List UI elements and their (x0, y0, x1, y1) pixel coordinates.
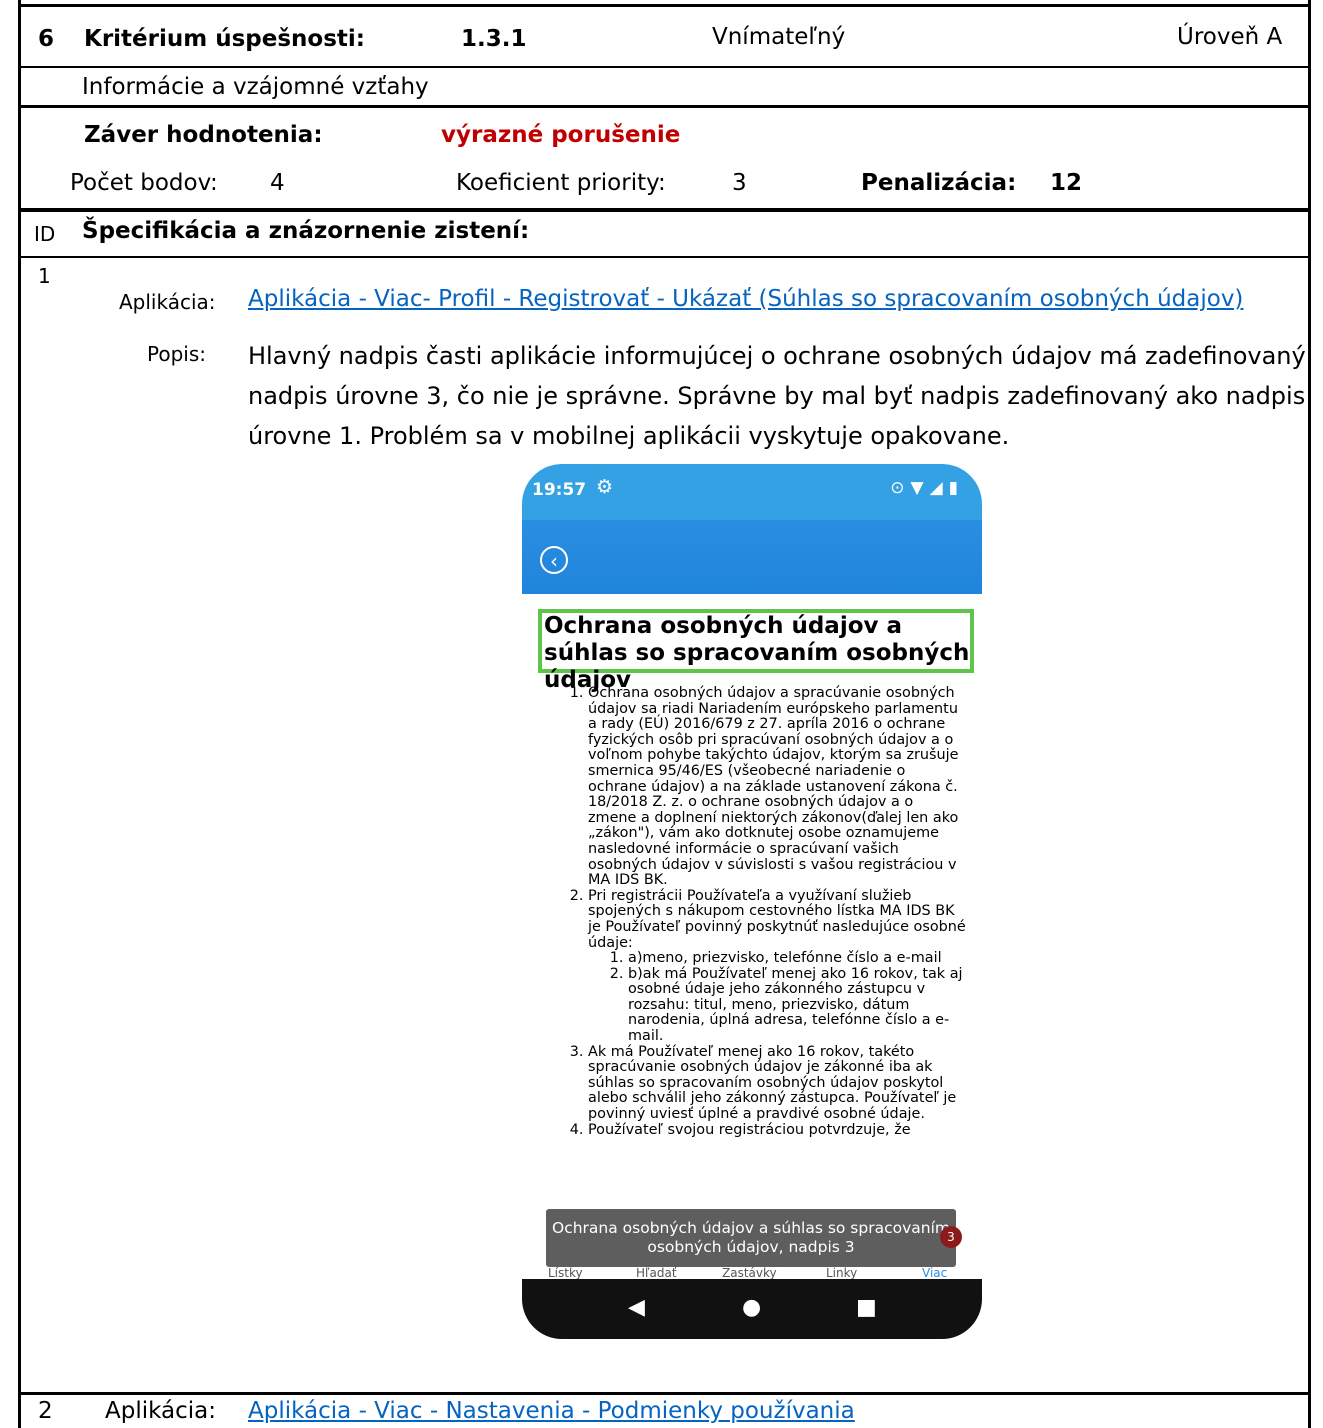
back-icon[interactable]: ‹ (540, 546, 568, 574)
gear-icon: ⚙ (596, 476, 614, 498)
sub-list-item: b)ak má Používateľ menej ako 16 rokov, t… (628, 966, 966, 1045)
app-label: Aplikácia: (119, 290, 216, 314)
status-icons: ⊙▼◢▮ (890, 478, 964, 498)
penalty-label: Penalizácia: (861, 170, 1017, 196)
conclusion-label: Záver hodnotenia: (84, 122, 323, 148)
list-item-text: Pri registrácii Používateľa a využívaní … (588, 887, 966, 951)
divider (18, 105, 1311, 108)
sub-list-item: a)meno, priezvisko, telefónne číslo a e-… (628, 950, 966, 967)
nav-back-icon[interactable]: ◀ (628, 1295, 645, 1320)
description-label: Popis: (147, 342, 206, 366)
list-item: Pri registrácii Používateľa a využívaní … (588, 887, 966, 1045)
app-toolbar (522, 520, 982, 594)
privacy-text: Ochrana osobných údajov a spracúvanie os… (566, 685, 966, 1139)
status-bar: 19:57 ⚙ ⊙▼◢▮ (522, 464, 982, 520)
system-nav-bar: ◀ ● ■ (522, 1279, 982, 1339)
points-label: Počet bodov: (70, 170, 218, 196)
highlighted-heading: Ochrana osobných údajov a súhlas so spra… (538, 609, 974, 693)
priority-label: Koeficient priority: (456, 170, 666, 196)
screen-reader-toast: Ochrana osobných údajov a súhlas so spra… (546, 1209, 956, 1267)
findings-title: Špecifikácia a znázornenie zistení: (82, 218, 530, 244)
description-text: Hlavný nadpis časti aplikácie informujúc… (248, 342, 1306, 450)
penalty-value: 12 (1050, 170, 1083, 196)
divider (18, 66, 1311, 68)
tab-search[interactable]: Hľadať (636, 1266, 677, 1280)
divider (18, 1392, 1311, 1395)
tab-tickets[interactable]: Lístky (548, 1266, 583, 1280)
list-item: Ak má Používateľ menej ako 16 rokov, tak… (588, 1044, 966, 1123)
table-top-border (18, 4, 1311, 7)
list-item: Ochrana osobných údajov a spracúvanie os… (588, 685, 966, 889)
criterion-title: Informácie a vzájomné vzťahy (82, 74, 429, 100)
nav-home-icon[interactable]: ● (742, 1295, 761, 1320)
list-item: Používateľ svojou registráciou potvrdzuj… (588, 1122, 966, 1139)
id-column-label: ID (34, 222, 56, 246)
criterion-number: 6 (38, 26, 55, 52)
tab-lines[interactable]: Linky (826, 1266, 857, 1280)
notification-badge: 3 (940, 1226, 962, 1248)
nav-recents-icon[interactable]: ■ (856, 1295, 877, 1320)
table-left-border (18, 0, 21, 1428)
app-label: Aplikácia: (105, 1398, 217, 1424)
evaluation-table: 6 Kritérium úspešnosti: 1.3.1 Vnímateľný… (0, 0, 1323, 1428)
principle-name: Vnímateľný (712, 24, 846, 50)
finding-id: 2 (38, 1398, 53, 1424)
app-path-link[interactable]: Aplikácia - Viac - Nastavenia - Podmienk… (248, 1398, 855, 1424)
criterion-label: Kritérium úspešnosti: (84, 26, 365, 52)
table-right-border (1308, 0, 1311, 1428)
finding-id: 1 (38, 264, 51, 288)
tab-more[interactable]: Viac (922, 1266, 947, 1280)
conformance-level: Úroveň A (1177, 24, 1283, 50)
conclusion-value: výrazné porušenie (441, 122, 681, 148)
divider (18, 256, 1311, 258)
tab-stops[interactable]: Zastávky (722, 1266, 777, 1280)
app-path-link[interactable]: Aplikácia - Viac- Profil - Registrovať -… (248, 286, 1243, 312)
phone-screenshot: 19:57 ⚙ ⊙▼◢▮ ‹ Ochrana osobných údajov a… (522, 464, 982, 1339)
divider (18, 208, 1311, 212)
points-value: 4 (270, 170, 285, 196)
status-time: 19:57 (532, 480, 587, 500)
priority-value: 3 (732, 170, 747, 196)
criterion-code: 1.3.1 (461, 26, 527, 52)
